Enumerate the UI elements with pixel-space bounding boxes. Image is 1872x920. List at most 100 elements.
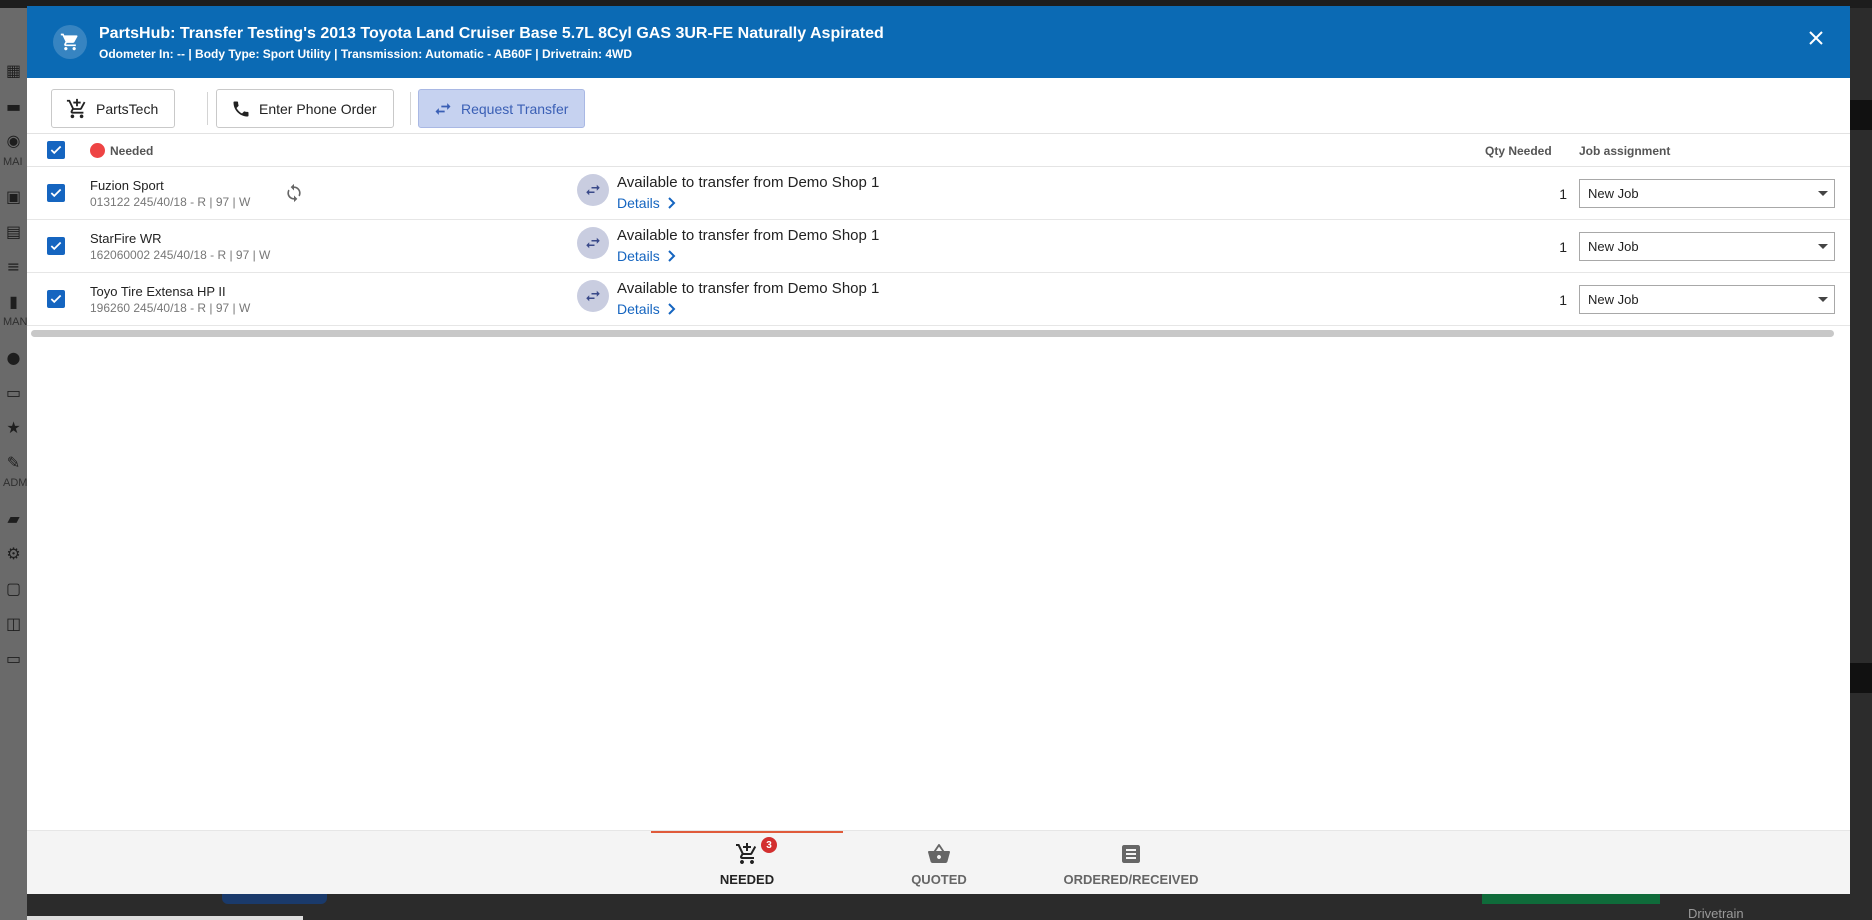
tab-ordered-received-label: ORDERED/RECEIVED [1063,872,1199,887]
request-transfer-button[interactable]: Request Transfer [418,89,586,128]
vehicle-info: Odometer In: -- | Body Type: Sport Utili… [99,47,633,61]
qty-needed-header: Qty Needed [1485,144,1552,158]
chevron-right-icon [668,303,676,315]
schedule-icon: ◫ [5,614,22,633]
transfer-icon [577,174,609,206]
basket-icon [928,843,950,863]
bg-bottom-button [222,894,327,904]
row-checkbox[interactable] [47,290,65,308]
request-transfer-label: Request Transfer [461,100,569,117]
parts-table: Needed Qty Needed Job assignment Fuzion … [27,134,1850,340]
toolbar-divider [410,92,411,125]
availability-text: Available to transfer from Demo Shop 1 [617,174,880,191]
details-link[interactable]: Details [617,195,676,211]
edit-icon: ✎ [6,453,21,472]
availability-text: Available to transfer from Demo Shop 1 [617,280,880,297]
enter-phone-order-button[interactable]: Enter Phone Order [216,89,394,128]
car-icon: ▬ [5,97,22,116]
tab-ordered-received[interactable]: ORDERED/RECEIVED [1035,831,1227,895]
qty-needed: 1 [1559,292,1567,308]
check-icon [50,188,62,198]
tab-needed[interactable]: 3 NEEDED [651,831,843,895]
check-icon [50,241,62,251]
part-name: Fuzion Sport [90,178,164,193]
details-label: Details [617,301,660,317]
tab-quoted[interactable]: QUOTED [843,831,1035,895]
horizontal-scrollbar[interactable] [27,326,1850,340]
dashboard-icon: ▦ [5,61,22,80]
job-assignment-value: New Job [1588,292,1639,307]
qty-needed: 1 [1559,239,1567,255]
needed-status-label: Needed [110,144,154,158]
row-checkbox[interactable] [47,237,65,255]
part-spec: 162060002 245/40/18 - R | 97 | W [90,248,271,262]
partshub-modal: PartsHub: Transfer Testing's 2013 Toyota… [27,6,1850,894]
gear-icon: ⚙ [6,544,21,563]
transfer-icon [577,227,609,259]
bar-chart-icon: ▮ [9,292,18,311]
job-assignment-select[interactable]: New Job [1579,179,1835,208]
job-assignment-select[interactable]: New Job [1579,232,1835,261]
scrollbar-thumb[interactable] [31,330,1834,337]
part-spec: 013122 245/40/18 - R | 97 | W [90,195,251,209]
details-link[interactable]: Details [617,248,676,264]
sync-icon [287,183,301,203]
job-assignment-value: New Job [1588,239,1639,254]
tab-quoted-label: QUOTED [911,872,967,887]
bg-sidebar: ▦ ▬ ◉ MAI ▣ ▤ ≡ ▮ MAN ● ▭ ★ ✎ ADM ▰ ⚙ ▢ … [0,8,27,920]
cash-icon: ▢ [5,579,22,598]
needed-status-dot [90,143,105,158]
details-label: Details [617,195,660,211]
bg-right-panel [1850,8,1872,920]
compass-icon: ◉ [6,131,21,150]
table-row: Toyo Tire Extensa HP II 196260 245/40/18… [27,273,1850,326]
modal-title: PartsHub: Transfer Testing's 2013 Toyota… [99,25,884,42]
dropdown-caret-icon [1818,191,1828,196]
bg-sidebar-section-label: MAN [3,316,28,328]
part-name: StarFire WR [90,231,162,246]
add-cart-icon [736,843,757,864]
check-icon [50,294,62,304]
chevron-right-icon [668,197,676,209]
details-label: Details [617,248,660,264]
part-spec: 196260 245/40/18 - R | 97 | W [90,301,251,315]
check-icon [50,145,62,155]
list-icon: ≡ [6,257,21,276]
bg-bottom-status [1482,894,1660,904]
qty-needed: 1 [1559,186,1567,202]
building-icon: ▤ [5,222,22,241]
table-row: StarFire WR 162060002 245/40/18 - R | 97… [27,220,1850,273]
partstech-button[interactable]: PartsTech [51,89,176,128]
transfer-icon [577,280,609,312]
job-assignment-header: Job assignment [1579,144,1671,158]
folder-icon: ▰ [7,509,20,528]
calendar-icon: ▣ [5,187,22,206]
parts-status-tabs: 3 NEEDED QUOTED ORDERED/RECEIVED [27,830,1850,894]
phone-icon [233,101,249,116]
sync-button[interactable] [284,183,304,203]
toolbar-divider [207,92,208,125]
receipt-icon [1122,845,1140,863]
part-name: Toyo Tire Extensa HP II [90,284,226,299]
dropdown-caret-icon [1818,297,1828,302]
toolbar: PartsTech Enter Phone Order Request Tran… [27,78,1850,134]
bg-sidebar-section-label: ADM [3,477,28,489]
close-icon [1809,31,1823,45]
details-link[interactable]: Details [617,301,676,317]
enter-phone-order-label: Enter Phone Order [259,100,377,117]
store-icon: ▭ [5,383,22,402]
people-icon: ● [6,348,21,367]
close-button[interactable] [1804,26,1828,50]
transfer-icon [435,102,451,115]
availability-text: Available to transfer from Demo Shop 1 [617,227,880,244]
select-all-checkbox[interactable] [47,141,65,159]
star-icon: ★ [6,418,21,437]
card-icon: ▭ [5,649,22,668]
bg-sidebar-section-label: MAI [3,156,23,168]
modal-header: PartsHub: Transfer Testing's 2013 Toyota… [27,6,1850,78]
job-assignment-select[interactable]: New Job [1579,285,1835,314]
bg-bottom-line [27,916,303,920]
row-checkbox[interactable] [47,184,65,202]
table-row: Fuzion Sport 013122 245/40/18 - R | 97 |… [27,167,1850,220]
job-assignment-value: New Job [1588,186,1639,201]
